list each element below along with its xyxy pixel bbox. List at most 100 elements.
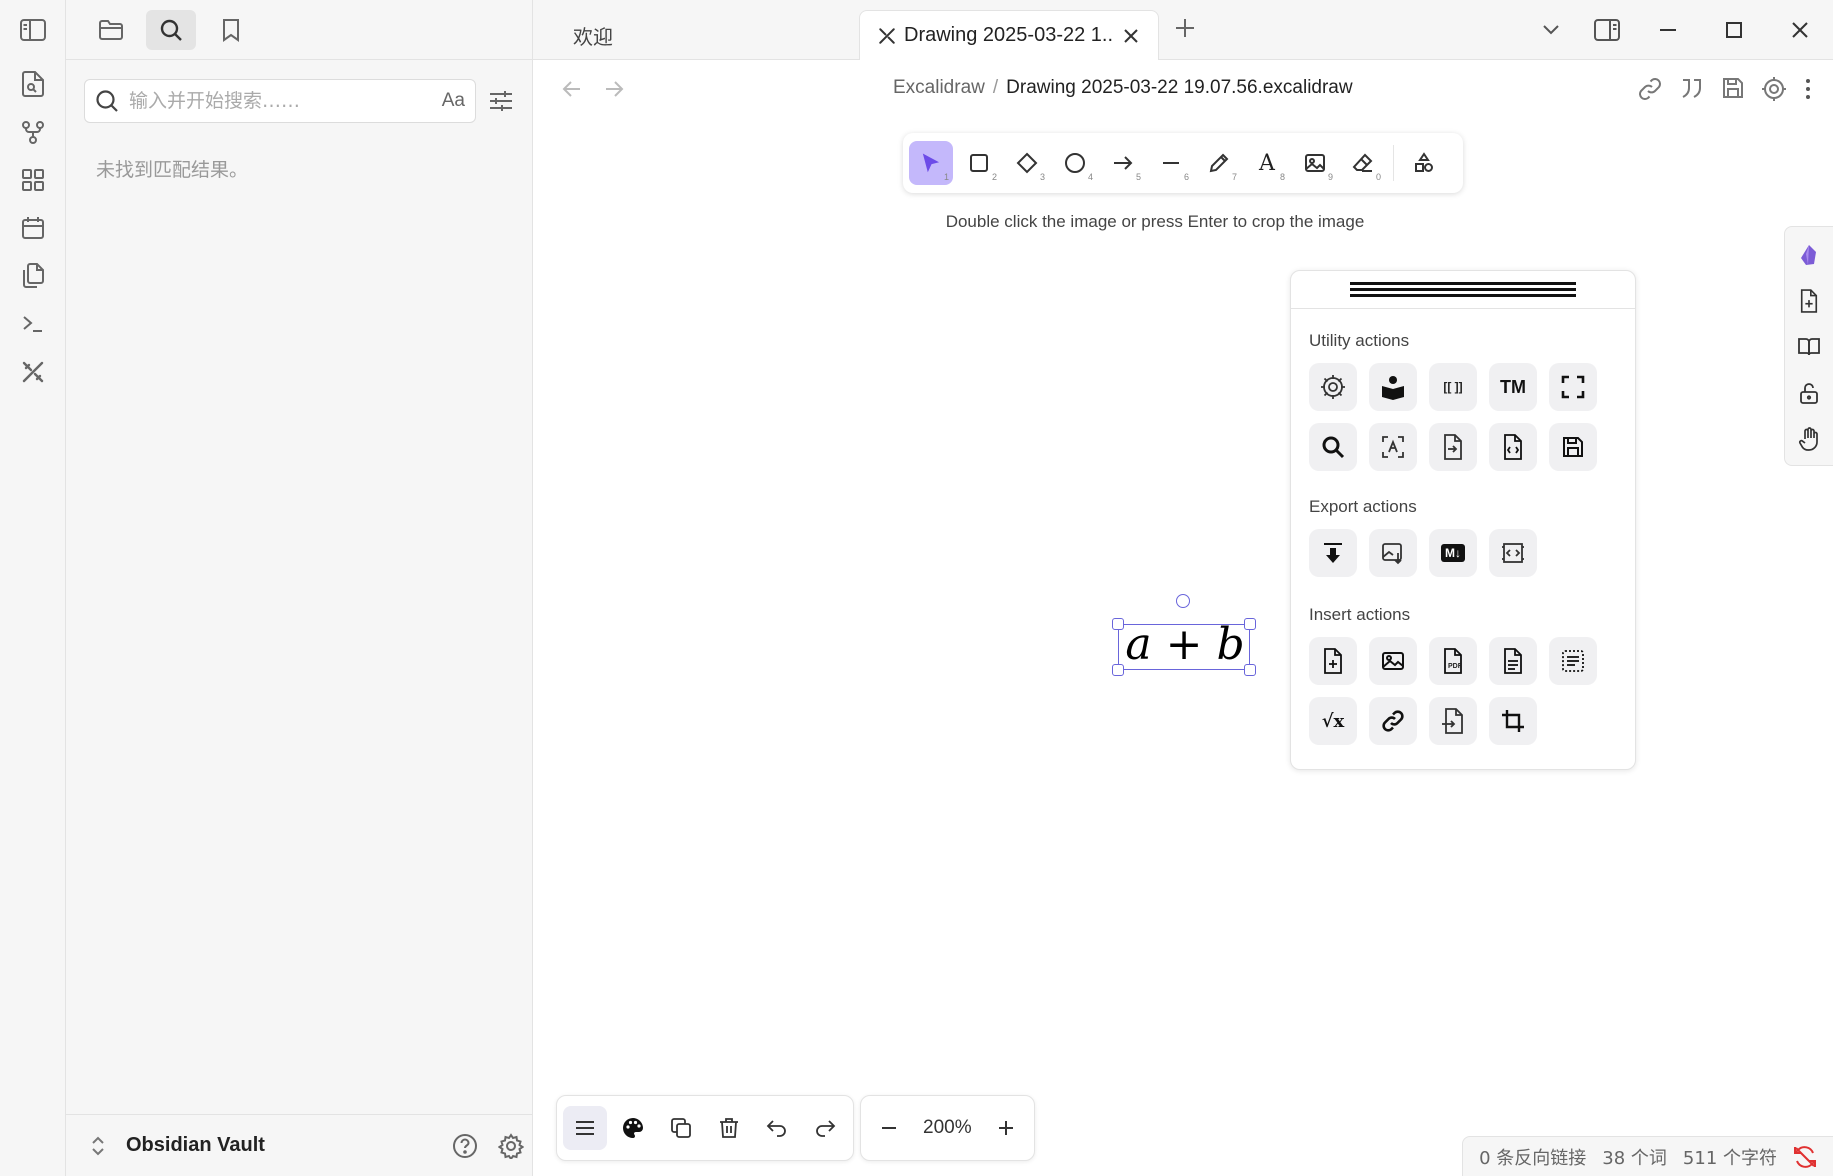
search-drawing-button[interactable] xyxy=(1309,423,1357,471)
resize-handle-bottom-left[interactable] xyxy=(1112,664,1124,676)
close-tab-icon[interactable] xyxy=(1122,27,1140,45)
utility-actions-title: Utility actions xyxy=(1309,331,1410,350)
undo-button[interactable] xyxy=(755,1106,799,1150)
insert-card-button[interactable] xyxy=(1549,637,1597,685)
link-icon[interactable] xyxy=(1637,76,1663,102)
export-markdown-button[interactable]: M↓ xyxy=(1429,529,1477,577)
tab-bookmarks[interactable] xyxy=(206,10,256,50)
tool-library[interactable] xyxy=(1402,141,1446,185)
selected-formula-image[interactable]: a + b xyxy=(1112,618,1256,676)
resize-handle-top-right[interactable] xyxy=(1244,618,1256,630)
new-tab-icon[interactable] xyxy=(1173,16,1197,40)
sync-error-icon[interactable] xyxy=(1793,1145,1817,1169)
plugin-settings-button[interactable] xyxy=(1309,363,1357,411)
settings-gear-icon[interactable] xyxy=(498,1132,524,1159)
tab-search[interactable] xyxy=(146,9,196,50)
breadcrumb-folder[interactable]: Excalidraw xyxy=(893,77,985,99)
wiki-link-button[interactable]: [[ ]] xyxy=(1429,363,1477,411)
terminal-icon xyxy=(21,313,45,335)
view-actions xyxy=(1637,76,1813,102)
resize-handle-bottom-right[interactable] xyxy=(1244,664,1256,676)
delete-button[interactable] xyxy=(707,1106,751,1150)
tool-arrow[interactable]: 5 xyxy=(1101,141,1145,185)
tool-selection[interactable]: 1 xyxy=(909,141,953,185)
ribbon-daily-note[interactable] xyxy=(0,204,66,252)
main-menu-button[interactable] xyxy=(563,1106,607,1150)
tab-file-explorer[interactable] xyxy=(86,10,136,50)
save-drawing-button[interactable] xyxy=(1549,423,1597,471)
hand-tool-button[interactable] xyxy=(1787,417,1831,461)
tab-list-button[interactable] xyxy=(1523,0,1579,60)
quote-icon[interactable] xyxy=(1679,76,1705,102)
tool-line[interactable]: 6 xyxy=(1149,141,1193,185)
insert-file-button[interactable] xyxy=(1309,637,1357,685)
stroke-color-button[interactable] xyxy=(611,1106,655,1150)
rotation-handle[interactable] xyxy=(1176,594,1190,608)
export-image-button[interactable] xyxy=(1369,529,1417,577)
palette-drag-handle[interactable] xyxy=(1291,271,1635,309)
tool-ellipse[interactable]: 4 xyxy=(1053,141,1097,185)
more-options-icon[interactable] xyxy=(1803,76,1813,102)
pdf-label: PDF xyxy=(1448,663,1462,670)
close-window-button[interactable] xyxy=(1767,0,1833,60)
save-icon[interactable] xyxy=(1721,76,1745,102)
duplicate-button[interactable] xyxy=(659,1106,703,1150)
search-input[interactable] xyxy=(129,90,432,112)
import-file-button[interactable] xyxy=(1429,697,1477,745)
insert-latex-button[interactable]: √x xyxy=(1309,697,1357,745)
insert-markdown-button[interactable] xyxy=(1489,637,1537,685)
resize-handle-top-left[interactable] xyxy=(1112,618,1124,630)
insert-pdf-button[interactable]: PDF xyxy=(1429,637,1477,685)
reading-mode-button[interactable] xyxy=(1787,325,1831,369)
vault-switcher[interactable]: Obsidian Vault xyxy=(66,1114,532,1176)
ribbon-graph-view[interactable] xyxy=(0,108,66,156)
tool-draw[interactable]: 7 xyxy=(1197,141,1241,185)
export-download-button[interactable] xyxy=(1309,529,1357,577)
help-icon[interactable] xyxy=(452,1133,478,1159)
tool-image[interactable]: 9 xyxy=(1293,141,1337,185)
ribbon-canvas[interactable] xyxy=(0,156,66,204)
redo-button[interactable] xyxy=(803,1106,847,1150)
gear-play-icon[interactable] xyxy=(1761,76,1787,102)
ocr-button[interactable] xyxy=(1369,423,1417,471)
ribbon-command-palette[interactable] xyxy=(0,300,66,348)
trademark-button[interactable]: TM xyxy=(1489,363,1537,411)
tool-rectangle[interactable]: 2 xyxy=(957,141,1001,185)
tab-drawing[interactable]: Drawing 2025-03-22 1... xyxy=(859,10,1159,60)
insert-actions-row-1: PDF xyxy=(1309,637,1597,685)
lock-button[interactable] xyxy=(1787,371,1831,415)
zoom-level[interactable]: 200% xyxy=(915,1117,980,1139)
search-box[interactable]: Aa xyxy=(84,79,476,123)
arrow-left-icon[interactable] xyxy=(561,78,583,100)
open-help-button[interactable] xyxy=(1369,363,1417,411)
crop-image-button[interactable] xyxy=(1489,697,1537,745)
new-drawing-button[interactable] xyxy=(1787,279,1831,323)
zoom-in-button[interactable] xyxy=(984,1106,1028,1150)
match-case-toggle[interactable]: Aa xyxy=(442,90,465,112)
search-settings-icon[interactable] xyxy=(488,89,514,113)
minimize-button[interactable] xyxy=(1635,0,1701,60)
backlinks-count[interactable]: 0 条反向链接 xyxy=(1479,1144,1586,1170)
open-as-markdown-button[interactable] xyxy=(1429,423,1477,471)
maximize-button[interactable] xyxy=(1701,0,1767,60)
ribbon-excalidraw[interactable] xyxy=(0,348,66,396)
obsidian-tools-button[interactable] xyxy=(1787,233,1831,277)
toggle-right-sidebar-button[interactable] xyxy=(1579,0,1635,60)
breadcrumb-file[interactable]: Drawing 2025-03-22 19.07.56.excalidraw xyxy=(1006,77,1352,99)
insert-image-button[interactable] xyxy=(1369,637,1417,685)
fullscreen-button[interactable] xyxy=(1549,363,1597,411)
tool-diamond[interactable]: 3 xyxy=(1005,141,1049,185)
export-embed-button[interactable] xyxy=(1489,529,1537,577)
insert-link-button[interactable] xyxy=(1369,697,1417,745)
tool-eraser[interactable]: 0 xyxy=(1341,141,1385,185)
ribbon-quick-switcher[interactable] xyxy=(0,60,66,108)
tab-welcome[interactable]: 欢迎 xyxy=(543,10,853,60)
zoom-out-button[interactable] xyxy=(867,1106,911,1150)
tool-text[interactable]: A 8 xyxy=(1245,141,1289,185)
tool-shortcut: 2 xyxy=(991,172,997,182)
toggle-left-sidebar-button[interactable] xyxy=(0,0,65,60)
arrow-right-icon[interactable] xyxy=(603,78,625,100)
bottom-toolbar: 200% xyxy=(556,1095,1035,1161)
script-button[interactable] xyxy=(1489,423,1537,471)
ribbon-templates[interactable] xyxy=(0,252,66,300)
